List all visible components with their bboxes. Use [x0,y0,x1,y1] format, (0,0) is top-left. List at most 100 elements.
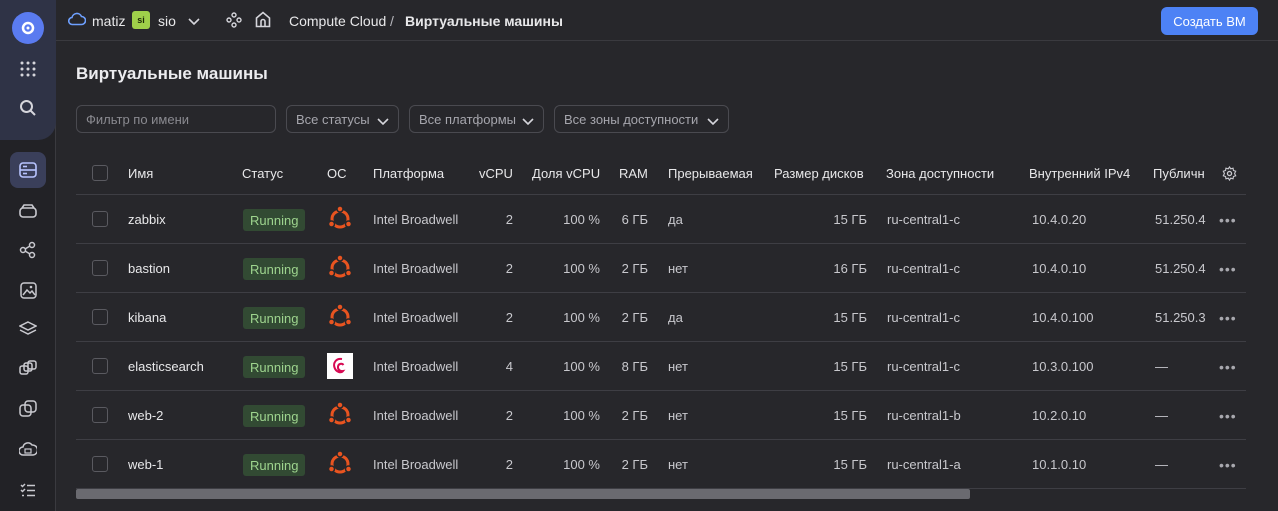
internal-ipv4-cell: 10.4.0.10 [1032,261,1087,276]
column-header-vcpu[interactable]: vCPU [479,166,513,181]
disk-size-cell: 15 ГБ [833,457,867,472]
folder-badge: si [132,11,150,29]
platform-cell: Intel Broadwell [373,261,459,276]
yandex-cloud-logo-icon[interactable] [12,12,44,44]
platform-filter-select[interactable]: Все платформы [409,105,544,133]
column-header-zone[interactable]: Зона доступности [886,166,994,181]
disks-icon[interactable] [10,193,46,229]
platform-filter-label: Все платформы [419,111,516,127]
public-ip-cell: 51.250.4 [1155,212,1206,227]
network-icon[interactable] [10,232,46,268]
services-graph-icon[interactable] [226,12,242,31]
column-header-ram[interactable]: RAM [619,166,648,181]
table-row[interactable]: kibana Running Intel Broadwell 2 100 % 2 ГБ да… [76,293,1246,342]
internal-ipv4-cell: 10.3.0.100 [1032,359,1094,374]
vm-name-link[interactable]: zabbix [128,212,166,227]
table-header: Имя Статус ОС Платформа vCPU Доля vCPU R… [76,150,1246,195]
column-header-platform[interactable]: Платформа [373,166,444,181]
more-actions-icon[interactable]: ••• [1219,457,1237,473]
status-filter-select[interactable]: Все статусы [286,105,399,133]
table-row[interactable]: zabbix Running Intel Broadwell 2 100 % 6 ГБ да… [76,195,1246,244]
table-settings-gear-icon[interactable] [1222,165,1237,184]
ram-cell: 2 ГБ [621,261,648,276]
column-header-preemptible[interactable]: Прерываемая [668,166,753,181]
public-ip-cell: — [1155,408,1168,423]
zone-cell: ru-central1-c [887,359,960,374]
row-checkbox[interactable] [92,260,108,276]
vcpu-share-cell: 100 % [563,408,600,423]
vcpu-cell: 2 [505,212,513,227]
disk-size-cell: 15 ГБ [833,212,867,227]
cloud-name[interactable]: matiz [92,13,125,29]
row-checkbox[interactable] [92,358,108,374]
images-icon[interactable] [10,272,46,308]
operations-icon[interactable] [10,472,46,508]
home-icon[interactable] [255,11,271,31]
horizontal-scrollbar[interactable] [76,489,970,499]
column-header-public-ip[interactable]: Публичн [1153,166,1205,181]
column-header-disk-size[interactable]: Размер дисков [774,166,864,181]
row-checkbox[interactable] [92,211,108,227]
status-badge: Running [243,405,306,427]
column-header-name[interactable]: Имя [128,166,153,181]
vm-name-link[interactable]: web-2 [128,408,163,423]
more-actions-icon[interactable]: ••• [1219,310,1237,326]
vm-name-link[interactable]: web-1 [128,457,163,472]
table-row[interactable]: web-2 Running Intel Broadwell 2 100 % 2 ГБ нет… [76,391,1246,440]
ubuntu-icon [327,401,353,428]
public-ip-cell: — [1155,457,1168,472]
vcpu-share-cell: 100 % [563,212,600,227]
name-filter-input[interactable] [76,105,276,133]
folder-name[interactable]: sio [158,13,176,29]
more-actions-icon[interactable]: ••• [1219,212,1237,228]
zone-filter-select[interactable]: Все зоны доступности [554,105,729,133]
vcpu-share-cell: 100 % [563,457,600,472]
ubuntu-icon [327,450,353,477]
search-icon[interactable] [10,90,46,126]
zone-filter-label: Все зоны доступности [564,111,699,127]
virtual-machines-icon[interactable] [10,152,46,188]
status-badge: Running [243,307,306,329]
column-header-os[interactable]: ОС [327,166,347,181]
ram-cell: 2 ГБ [621,408,648,423]
column-header-internal-ipv4[interactable]: Внутренний IPv4 [1029,166,1130,181]
public-ip-cell: 51.250.3 [1155,310,1206,325]
platform-cell: Intel Broadwell [373,359,459,374]
vcpu-cell: 4 [505,359,513,374]
internal-ipv4-cell: 10.2.0.10 [1032,408,1087,423]
select-all-checkbox[interactable] [92,165,108,181]
table-row[interactable]: elasticsearch Running Intel Broadwell 4 100 … [76,342,1246,391]
more-actions-icon[interactable]: ••• [1219,408,1237,424]
vm-name-link[interactable]: kibana [128,310,166,325]
placement-groups-icon[interactable] [10,431,46,467]
snapshots-icon[interactable] [10,391,46,427]
row-checkbox[interactable] [92,309,108,325]
table-row[interactable]: bastion Running Intel Broadwell 2 100 % 2 ГБ н… [76,244,1246,293]
debian-icon [327,353,353,379]
create-vm-button[interactable]: Создать ВМ [1161,7,1258,35]
status-badge: Running [243,209,306,231]
chevron-down-icon[interactable] [188,14,200,29]
chevron-down-icon [522,114,534,129]
vm-name-link[interactable]: elasticsearch [128,359,204,374]
vcpu-cell: 2 [505,310,513,325]
preemptible-cell: нет [668,359,688,374]
ram-cell: 2 ГБ [621,457,648,472]
platform-cell: Intel Broadwell [373,310,459,325]
column-header-vcpu-share[interactable]: Доля vCPU [532,166,600,181]
row-checkbox[interactable] [92,407,108,423]
table-row[interactable]: web-1 Running Intel Broadwell 2 100 % 2 ГБ нет… [76,440,1246,489]
layers-icon[interactable] [10,311,46,347]
row-checkbox[interactable] [92,456,108,472]
status-badge: Running [243,454,306,476]
page-title: Виртуальные машины [76,64,268,83]
column-header-status[interactable]: Статус [242,166,283,181]
internal-ipv4-cell: 10.1.0.10 [1032,457,1087,472]
vm-name-link[interactable]: bastion [128,261,170,276]
more-actions-icon[interactable]: ••• [1219,359,1237,375]
instance-groups-icon[interactable] [10,351,46,387]
more-actions-icon[interactable]: ••• [1219,261,1237,277]
all-services-icon[interactable] [10,51,46,87]
breadcrumb-service[interactable]: Compute Cloud [289,13,386,29]
preemptible-cell: да [668,212,683,227]
